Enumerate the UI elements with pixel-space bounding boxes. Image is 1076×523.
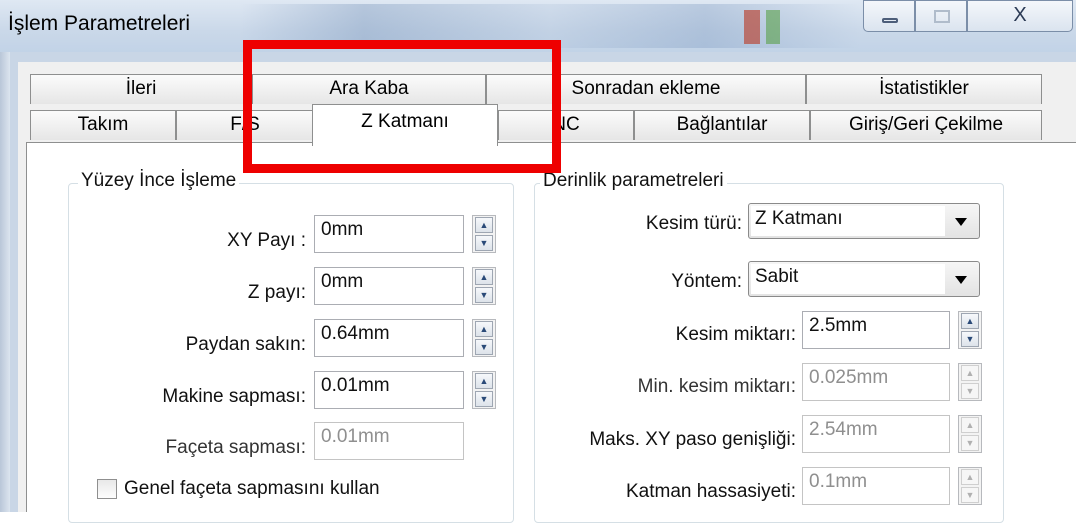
z-allowance-spinner[interactable]: ▲ ▼ xyxy=(472,267,496,305)
tab-baglantilar[interactable]: Bağlantılar xyxy=(634,110,810,140)
spin-down-icon[interactable]: ▼ xyxy=(961,487,979,503)
tab-takim[interactable]: Takım xyxy=(30,110,176,140)
max-xy-step-input[interactable]: 2.54mm xyxy=(802,415,950,453)
max-xy-step-label: Maks. XY paso genişliği: xyxy=(589,429,796,450)
chevron-down-icon xyxy=(955,276,967,284)
general-facet-checkbox[interactable] xyxy=(97,479,117,499)
spin-up-icon[interactable]: ▲ xyxy=(475,217,493,233)
spin-up-icon[interactable]: ▲ xyxy=(475,373,493,389)
surface-group-title: Yüzey İnce İşleme xyxy=(78,170,240,192)
z-allowance-label: Z payı: xyxy=(247,282,306,303)
max-xy-step-spinner[interactable]: ▲ ▼ xyxy=(958,415,982,453)
window-frame-edge xyxy=(0,52,10,512)
machine-deviation-label: Makine sapması: xyxy=(162,386,306,407)
close-button[interactable]: X xyxy=(967,0,1073,32)
cut-amount-label: Kesim miktarı: xyxy=(675,324,796,345)
chevron-down-icon xyxy=(955,218,967,226)
maximize-icon xyxy=(934,10,950,23)
window-title: İşlem Parametreleri xyxy=(8,12,191,35)
spin-up-icon[interactable]: ▲ xyxy=(475,321,493,337)
avoid-allowance-label: Paydan sakın: xyxy=(185,334,306,355)
avoid-allowance-spinner[interactable]: ▲ ▼ xyxy=(472,319,496,357)
window-controls: X xyxy=(863,0,1076,34)
spin-down-icon[interactable]: ▼ xyxy=(961,383,979,399)
xy-allowance-input[interactable]: 0mm xyxy=(314,215,464,253)
cut-type-label: Kesim türü: xyxy=(645,213,742,234)
machine-deviation-input[interactable]: 0.01mm xyxy=(314,371,464,409)
background-blur xyxy=(744,10,760,44)
spin-up-icon[interactable]: ▲ xyxy=(961,469,979,485)
spin-down-icon[interactable]: ▼ xyxy=(961,435,979,451)
method-label: Yöntem: xyxy=(671,271,742,292)
layer-precision-input[interactable]: 0.1mm xyxy=(802,467,950,505)
method-select[interactable]: Sabit xyxy=(748,261,980,297)
depth-group-title: Derinlik parametreleri xyxy=(540,170,727,192)
minimize-button[interactable] xyxy=(863,0,915,32)
spin-down-icon[interactable]: ▼ xyxy=(475,287,493,303)
xy-allowance-spinner[interactable]: ▲ ▼ xyxy=(472,215,496,253)
min-cut-input[interactable]: 0.025mm xyxy=(802,363,950,401)
layer-precision-label: Katman hassasiyeti: xyxy=(625,481,796,502)
machine-deviation-spinner[interactable]: ▲ ▼ xyxy=(472,371,496,409)
z-allowance-input[interactable]: 0mm xyxy=(314,267,464,305)
background-blur xyxy=(766,10,780,44)
tab-giris-geri-cekilme[interactable]: Giriş/Geri Çekilme xyxy=(810,110,1042,140)
spin-up-icon[interactable]: ▲ xyxy=(961,313,979,329)
cut-type-select[interactable]: Z Katmanı xyxy=(748,203,980,239)
cut-type-value: Z Katmanı xyxy=(751,206,945,236)
tab-ileri[interactable]: İleri xyxy=(30,74,252,104)
spin-up-icon[interactable]: ▲ xyxy=(475,269,493,285)
min-cut-label: Min. kesim miktarı: xyxy=(637,376,796,397)
spin-down-icon[interactable]: ▼ xyxy=(475,339,493,355)
general-facet-label[interactable]: Genel façeta sapmasını kullan xyxy=(124,478,380,500)
highlight-box xyxy=(243,40,561,173)
maximize-button[interactable] xyxy=(915,0,967,32)
spin-down-icon[interactable]: ▼ xyxy=(961,331,979,347)
avoid-allowance-input[interactable]: 0.64mm xyxy=(314,319,464,357)
cut-amount-spinner[interactable]: ▲ ▼ xyxy=(958,311,982,349)
min-cut-spinner[interactable]: ▲ ▼ xyxy=(958,363,982,401)
close-icon: X xyxy=(1013,4,1027,26)
tab-istatistikler[interactable]: İstatistikler xyxy=(806,74,1042,104)
layer-precision-spinner[interactable]: ▲ ▼ xyxy=(958,467,982,505)
xy-allowance-label: XY Payı : xyxy=(227,230,306,251)
facet-deviation-input[interactable]: 0.01mm xyxy=(314,422,464,460)
facet-deviation-label: Façeta sapması: xyxy=(165,437,306,458)
spin-up-icon[interactable]: ▲ xyxy=(961,417,979,433)
spin-down-icon[interactable]: ▼ xyxy=(475,235,493,251)
minimize-icon xyxy=(882,18,898,23)
cut-amount-input[interactable]: 2.5mm xyxy=(802,311,950,349)
spin-up-icon[interactable]: ▲ xyxy=(961,365,979,381)
method-value: Sabit xyxy=(751,264,945,294)
spin-down-icon[interactable]: ▼ xyxy=(475,391,493,407)
